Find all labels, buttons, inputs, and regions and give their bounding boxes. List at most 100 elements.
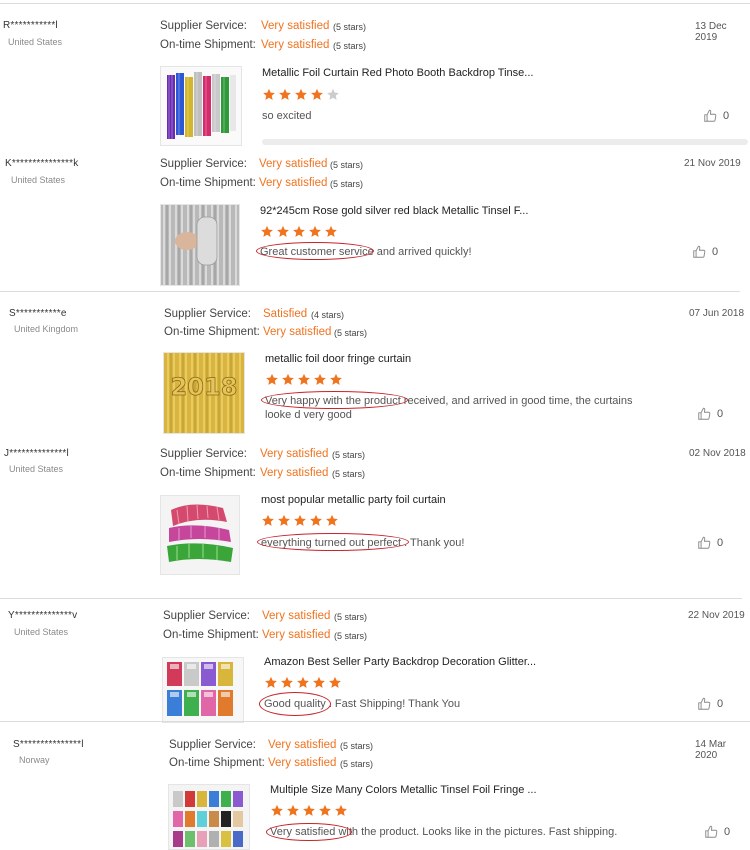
supplier-service-value: Very satisfied	[260, 448, 329, 460]
thumbs-up-icon	[705, 825, 718, 838]
on-time-shipment-stars: (5 stars)	[332, 469, 366, 479]
reviewer-country: United Kingdom	[14, 324, 79, 334]
thumbs-up-icon	[704, 109, 717, 122]
packaged-foil-image[interactable]	[162, 657, 244, 723]
product-title[interactable]: 92*245cm Rose gold silver red black Meta…	[260, 205, 528, 217]
star-filled-icon	[293, 225, 305, 237]
supplier-service-stars: (5 stars)	[333, 22, 367, 32]
rating-stars	[270, 804, 348, 817]
on-time-shipment-value: Very satisfied	[262, 629, 331, 641]
on-time-shipment-label: On-time Shipment:	[160, 467, 256, 479]
reviewer-name: S***************l	[13, 739, 84, 750]
like-count: 0	[723, 110, 730, 122]
like-count: 0	[717, 537, 724, 549]
supplier-service-value: Satisfied	[263, 308, 308, 320]
review-comment: Very happy with the product received, an…	[265, 395, 633, 421]
rating-stars	[261, 514, 339, 527]
on-time-shipment-value: Very satisfied	[261, 39, 330, 51]
star-filled-icon	[325, 225, 337, 237]
star-filled-icon	[271, 804, 283, 816]
on-time-shipment-stars: (5 stars)	[334, 631, 368, 641]
product-title[interactable]: Amazon Best Seller Party Backdrop Decora…	[264, 656, 536, 668]
gold-2018-curtain-image[interactable]: 2018	[163, 352, 245, 434]
review-date: 22 Nov 2019	[688, 610, 745, 621]
review-date: 07 Jun 2018	[689, 308, 745, 319]
supplier-service-stars: (4 stars)	[311, 310, 345, 320]
star-filled-icon	[297, 676, 309, 688]
product-title[interactable]: Metallic Foil Curtain Red Photo Booth Ba…	[262, 67, 533, 79]
on-time-shipment-stars: (5 stars)	[340, 759, 374, 769]
star-filled-icon	[265, 676, 277, 688]
rating-stars	[262, 88, 340, 101]
reviewer-country: United States	[14, 627, 69, 637]
multicolor-foil-samples-image[interactable]	[168, 784, 250, 850]
product-title[interactable]: most popular metallic party foil curtain	[261, 494, 446, 506]
supplier-service-stars: (5 stars)	[334, 612, 368, 622]
silver-foil-curtain-image[interactable]	[160, 204, 240, 286]
on-time-shipment-stars: (5 stars)	[334, 328, 368, 338]
reviewer-name: J**************l	[4, 448, 69, 459]
star-filled-icon	[282, 373, 294, 385]
thumbs-up-icon	[693, 245, 706, 258]
star-filled-icon	[303, 804, 315, 816]
supplier-service-label: Supplier Service:	[164, 308, 251, 320]
on-time-shipment-stars: (5 stars)	[333, 41, 367, 51]
supplier-service-value: Very satisfied	[261, 20, 330, 32]
like-count: 0	[717, 408, 724, 420]
star-filled-icon	[295, 88, 307, 100]
review-comment: Great customer service and arrived quick…	[260, 246, 472, 258]
supplier-service-stars: (5 stars)	[330, 160, 364, 170]
review-comment: everything turned out perfect . Thank yo…	[261, 537, 465, 549]
star-filled-icon	[313, 676, 325, 688]
product-title[interactable]: Multiple Size Many Colors Metallic Tinse…	[270, 784, 537, 796]
star-filled-icon	[309, 225, 321, 237]
rating-stars	[260, 225, 338, 238]
star-filled-icon	[262, 514, 274, 526]
like-count: 0	[712, 246, 719, 258]
thumbs-up-icon	[698, 407, 711, 420]
on-time-shipment-label: On-time Shipment:	[169, 757, 265, 769]
on-time-shipment-stars: (5 stars)	[330, 179, 364, 189]
horizontal-scrollbar[interactable]	[262, 139, 748, 145]
helpful-button[interactable]: 0	[697, 536, 723, 550]
helpful-button[interactable]: 0	[704, 825, 730, 839]
star-filled-icon	[319, 804, 331, 816]
svg-text:2018: 2018	[171, 373, 238, 401]
supplier-service-label: Supplier Service:	[163, 610, 250, 622]
thumbs-up-icon	[698, 536, 711, 549]
reviewer-name: K***************k	[5, 158, 79, 169]
pink-green-foil-image[interactable]	[160, 495, 240, 575]
star-filled-icon	[266, 373, 278, 385]
review-comment: Very satisfied with the product. Looks l…	[270, 826, 618, 838]
star-filled-icon	[263, 88, 275, 100]
helpful-button[interactable]: 0	[703, 109, 729, 123]
like-count: 0	[724, 826, 731, 838]
star-filled-icon	[287, 804, 299, 816]
star-filled-icon	[277, 225, 289, 237]
on-time-shipment-value: Very satisfied	[260, 467, 329, 479]
star-filled-icon	[329, 676, 341, 688]
supplier-service-value: Very satisfied	[259, 158, 328, 170]
helpful-button[interactable]: 0	[697, 697, 723, 711]
on-time-shipment-label: On-time Shipment:	[160, 39, 256, 51]
reviewer-country: United States	[9, 464, 64, 474]
colorful-foil-curtain-image[interactable]	[160, 66, 242, 146]
supplier-service-stars: (5 stars)	[340, 741, 374, 751]
supplier-service-value: Very satisfied	[262, 610, 331, 622]
review-date: 02 Nov 2018	[689, 448, 746, 459]
star-filled-icon	[278, 514, 290, 526]
rating-stars	[264, 676, 342, 689]
on-time-shipment-label: On-time Shipment:	[163, 629, 259, 641]
supplier-service-value: Very satisfied	[268, 739, 337, 751]
review-item: J**************l United States Supplier …	[0, 433, 750, 598]
on-time-shipment-label: On-time Shipment:	[164, 326, 260, 338]
helpful-button[interactable]: 0	[692, 245, 718, 259]
star-filled-icon	[261, 225, 273, 237]
product-title[interactable]: metallic foil door fringe curtain	[265, 353, 411, 365]
star-filled-icon	[298, 373, 310, 385]
star-filled-icon	[314, 373, 326, 385]
reviewer-name: Y**************v	[8, 610, 78, 621]
review-item: K***************k United States Supplier…	[0, 150, 750, 290]
review-item: S***********e United Kingdom Supplier Se…	[0, 292, 750, 434]
helpful-button[interactable]: 0	[697, 407, 723, 421]
